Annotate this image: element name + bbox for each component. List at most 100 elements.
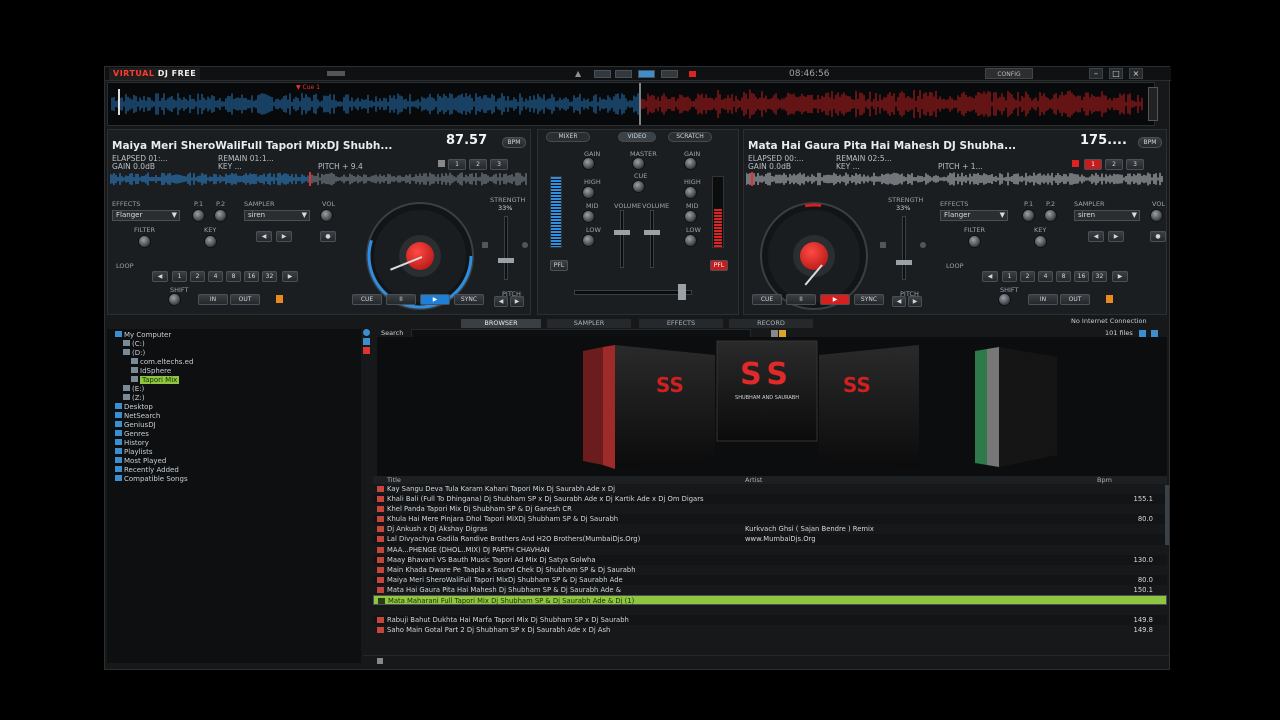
deck-a-pitch-reset[interactable] (522, 242, 528, 248)
deck-a-hotcue-2[interactable]: 2 (469, 159, 487, 170)
mixer-high-left-knob[interactable] (582, 186, 595, 199)
tree-item[interactable]: Compatible Songs (111, 475, 351, 484)
minimize-icon[interactable]: – (1089, 68, 1103, 79)
deck-b-loop-prev[interactable]: ◀ (982, 271, 998, 282)
deck-b-hotcue-3[interactable]: 3 (1126, 159, 1144, 170)
deck-a-effect-p2-knob[interactable] (214, 209, 227, 222)
deck-b-cue-button[interactable]: CUE (752, 294, 782, 305)
table-row[interactable]: Main Khada Dware Pe Taapla x Sound Chek … (373, 565, 1167, 575)
cue-marker[interactable]: ▼ Cue 1 (296, 84, 320, 91)
deck-b-pause-button[interactable]: II (786, 294, 816, 305)
volume-right-fader[interactable] (644, 230, 660, 235)
record-icon[interactable] (689, 71, 696, 77)
tree-item[interactable]: com.eltechs.ed (111, 358, 351, 367)
deck-a-cue-button[interactable]: CUE (352, 294, 382, 305)
deck-a-sampler-prev[interactable]: ◀ (256, 231, 272, 242)
tab-sampler[interactable]: SAMPLER (547, 319, 631, 328)
remove-folder-icon[interactable] (363, 347, 370, 354)
deck-b-loop-32[interactable]: 32 (1092, 271, 1107, 282)
deck-a-loop-8[interactable]: 8 (226, 271, 241, 282)
deck-a-lock-icon[interactable] (438, 160, 445, 167)
mixer-mid-right-knob[interactable] (684, 210, 697, 223)
layout-icon[interactable]: ▲ (575, 69, 581, 78)
deck-a-pitch-slider[interactable] (498, 258, 514, 263)
deck-a-pitch-bend-down[interactable]: ◀ (494, 296, 508, 307)
deck-a-loop-32[interactable]: 32 (262, 271, 277, 282)
tree-item[interactable]: History (111, 439, 351, 448)
table-row[interactable]: Khel Panda Tapori Mix Dj Shubham SP & Dj… (373, 504, 1167, 514)
tree-item[interactable]: Most Played (111, 457, 351, 466)
deck-a-loop-prev[interactable]: ◀ (152, 271, 168, 282)
broadcast-icon[interactable] (327, 71, 345, 76)
deck-a-effect-select[interactable]: Flanger ▼ (112, 210, 180, 221)
column-bpm[interactable]: Bpm (1097, 476, 1137, 484)
mixer-gain-left-knob[interactable] (582, 157, 595, 170)
table-row[interactable]: Kay Sangu Deva Tula Karam Kahani Tapori … (373, 484, 1167, 494)
deck-a-loop-4[interactable]: 4 (208, 271, 223, 282)
deck-a-keylock-icon[interactable] (482, 242, 488, 248)
deck-b-sampler-prev[interactable]: ◀ (1088, 231, 1104, 242)
deck-b-hotcue-1[interactable]: 1 (1084, 159, 1102, 170)
deck-b-filter-knob[interactable] (968, 235, 981, 248)
deck-a-sync-button[interactable]: SYNC (454, 294, 484, 305)
deck-a-pitch-bend-up[interactable]: ▶ (510, 296, 524, 307)
deck-b-bpm-tap[interactable]: BPM (1138, 137, 1162, 148)
waveform-overview[interactable]: ▼ Cue 1 (107, 82, 1158, 126)
sidelist-icon[interactable] (1151, 330, 1158, 337)
deck-b-loop-2[interactable]: 2 (1020, 271, 1035, 282)
tab-mixer[interactable]: MIXER (546, 132, 590, 142)
deck-b-loop-out[interactable]: OUT (1060, 294, 1090, 305)
tab-scratch[interactable]: SCRATCH (668, 132, 712, 142)
deck-a-shift-knob[interactable] (168, 293, 181, 306)
table-row[interactable]: Dj Ankush x Dj Akshay Digras Kurkvach Ghs… (373, 524, 1167, 534)
table-row[interactable]: Maay Bhavani VS Bauth Music Tapori Ad Mi… (373, 554, 1167, 565)
tree-item[interactable]: (D:) (111, 349, 351, 358)
table-row[interactable]: MAA...PHENGE (DHOL..MIX) DJ PARTH CHAVHA… (373, 545, 1167, 555)
mixer-master-knob[interactable] (632, 157, 645, 170)
mixer-cue-knob[interactable] (632, 180, 645, 193)
deck-b-hotcue-2[interactable]: 2 (1105, 159, 1123, 170)
deck-b-sampler-play[interactable]: ▶ (1108, 231, 1124, 242)
search-options-icon[interactable] (771, 330, 778, 337)
cover-flow[interactable]: SS SHUBHAM AND SAURABH SS SS (377, 337, 1167, 477)
table-row[interactable]: Rabuji Bahut Dukhta Hai Marfa Tapori Mix… (373, 615, 1167, 626)
deck-b-sampler-select[interactable]: siren ▼ (1074, 210, 1140, 221)
deck-b-sampler-vol-knob[interactable] (1150, 209, 1163, 222)
deck-a-sampler-rec[interactable]: ● (320, 231, 336, 242)
mixer-low-right-knob[interactable] (684, 234, 697, 247)
deck-a-pause-button[interactable]: II (386, 294, 416, 305)
table-row[interactable]: Mata Hai Gaura Pita Hai Mahesh Dj Shubha… (373, 585, 1167, 595)
tree-item[interactable]: Tapori Mix (111, 376, 351, 385)
deck-b-loop-next[interactable]: ▶ (1112, 271, 1128, 282)
table-row[interactable]: Khula Hai Mere Pinjara Dhol Tapori MiXDj… (373, 514, 1167, 525)
deck-b-play-button[interactable]: ▶ (820, 294, 850, 305)
deck-a-waveform[interactable] (110, 172, 528, 186)
deck-a-hotcue-3[interactable]: 3 (490, 159, 508, 170)
deck-a-key-knob[interactable] (204, 235, 217, 248)
deck-b-sync-button[interactable]: SYNC (854, 294, 884, 305)
zoom-buttons[interactable] (1148, 87, 1158, 121)
search-icon[interactable] (377, 658, 383, 664)
deck-b-pitch-slider[interactable] (896, 260, 912, 265)
deck-b-loop-in[interactable]: IN (1028, 294, 1058, 305)
column-title[interactable]: Title (387, 476, 737, 484)
view-button-1[interactable] (594, 70, 611, 78)
maximize-icon[interactable]: □ (1109, 68, 1123, 79)
deck-b-shift-knob[interactable] (998, 293, 1011, 306)
deck-b-keylock-icon[interactable] (880, 242, 886, 248)
deck-b-lock-icon[interactable] (1072, 160, 1079, 167)
deck-b-pitch-bend-down[interactable]: ◀ (892, 296, 906, 307)
tree-item[interactable]: (E:) (111, 385, 351, 394)
deck-a-loop-lock-icon[interactable] (276, 295, 283, 303)
pfl-right-button[interactable]: PFL (710, 260, 728, 271)
tab-effects[interactable]: EFFECTS (639, 319, 723, 328)
view-button-4[interactable] (661, 70, 678, 78)
deck-a-filter-knob[interactable] (138, 235, 151, 248)
deck-a-loop-next[interactable]: ▶ (282, 271, 298, 282)
deck-a-loop-2[interactable]: 2 (190, 271, 205, 282)
deck-b-pitch-reset[interactable] (920, 242, 926, 248)
tree-item[interactable]: (C:) (111, 340, 351, 349)
config-button[interactable]: CONFIG (985, 68, 1033, 79)
table-row[interactable] (373, 605, 1167, 615)
tab-video[interactable]: VIDEO (618, 132, 656, 142)
